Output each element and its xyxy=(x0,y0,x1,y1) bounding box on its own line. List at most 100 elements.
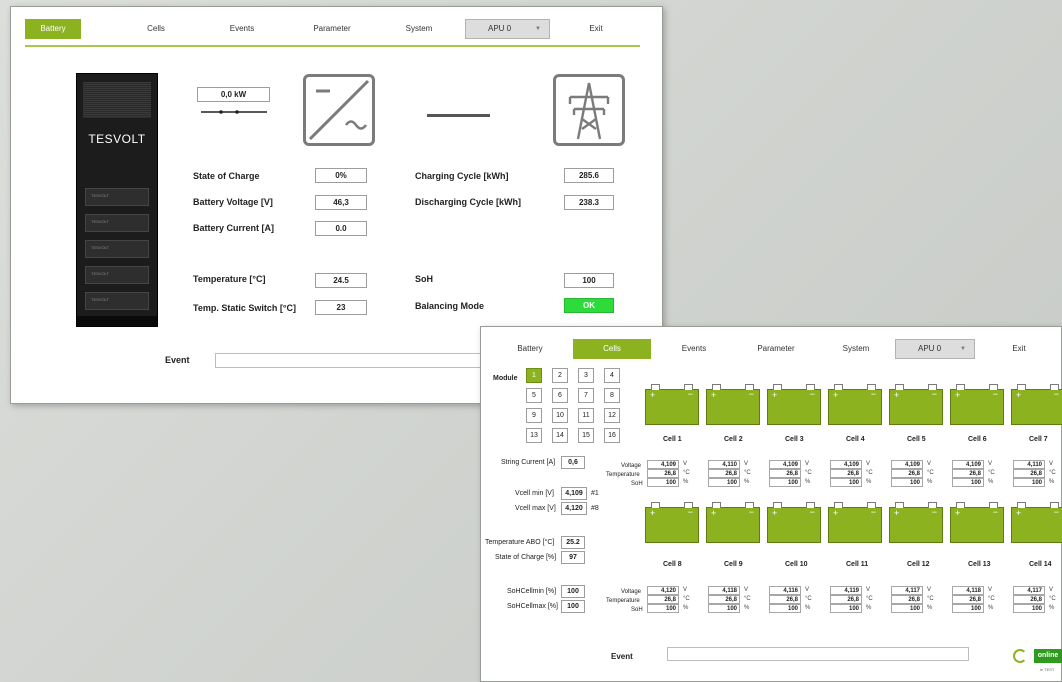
minus-icon: − xyxy=(870,507,876,517)
cell-temperature-value: 26,8 xyxy=(769,595,801,604)
cell-voltage-value: 4,109 xyxy=(769,460,801,469)
cell-battery-icon: + − xyxy=(645,502,699,543)
balancing-mode-label: Balancing Mode xyxy=(415,301,485,311)
cell-soh-value: 100 xyxy=(708,604,740,613)
cell-soh-value: 100 xyxy=(708,478,740,487)
temperature-label: Temperature [°C] xyxy=(193,274,266,284)
module-button-6[interactable]: 6 xyxy=(552,388,568,403)
tab-cells[interactable]: Cells xyxy=(128,19,184,39)
cell-name: Cell 4 xyxy=(846,436,865,443)
power-value: 0,0 kW xyxy=(197,87,270,102)
module-button-4[interactable]: 4 xyxy=(604,368,620,383)
vcell-max-index: #8 xyxy=(591,505,599,512)
unit-label: °C xyxy=(744,470,751,476)
unit-label: °C xyxy=(988,596,995,602)
module-button-2[interactable]: 2 xyxy=(552,368,568,383)
module-button-15[interactable]: 15 xyxy=(578,428,594,443)
tab-parameter[interactable]: Parameter xyxy=(304,19,360,39)
plus-icon: + xyxy=(894,508,900,518)
plus-icon: + xyxy=(955,508,961,518)
minus-icon: − xyxy=(870,389,876,399)
vcell-max-value: 4,120 xyxy=(561,502,587,515)
cell-soh-value: 100 xyxy=(1013,604,1045,613)
tab-events[interactable]: Events xyxy=(214,19,270,39)
module-button-9[interactable]: 9 xyxy=(526,408,542,423)
plus-icon: + xyxy=(1016,508,1022,518)
tab-events[interactable]: Events xyxy=(666,339,722,359)
module-button-5[interactable]: 5 xyxy=(526,388,542,403)
temp-abo-label: Temperature ABO [°C] xyxy=(485,539,555,546)
exit-button[interactable]: Exit xyxy=(989,339,1049,359)
cell-battery-icon: + − xyxy=(889,384,943,425)
cell-soh-value: 100 xyxy=(1013,478,1045,487)
module-button-7[interactable]: 7 xyxy=(578,388,594,403)
unit-label: % xyxy=(1049,479,1055,485)
cell-temperature-value: 26,8 xyxy=(830,595,862,604)
plus-icon: + xyxy=(772,390,778,400)
module-button-3[interactable]: 3 xyxy=(578,368,594,383)
unit-label: °C xyxy=(927,596,934,602)
unit-label: % xyxy=(805,605,811,611)
cell-soh-value: 100 xyxy=(891,478,923,487)
module-button-11[interactable]: 11 xyxy=(578,408,594,423)
cell-temperature-value: 26,8 xyxy=(1013,469,1045,478)
cell-soh-value: 100 xyxy=(647,604,679,613)
module-button-8[interactable]: 8 xyxy=(604,388,620,403)
string-current-label: String Current [A] xyxy=(501,459,556,466)
cell-temperature-value: 26,8 xyxy=(708,469,740,478)
module-button-14[interactable]: 14 xyxy=(552,428,568,443)
cell-soh-value: 100 xyxy=(952,604,984,613)
module-button-13[interactable]: 13 xyxy=(526,428,542,443)
minus-icon: − xyxy=(687,507,693,517)
cell-temperature-value: 26,8 xyxy=(830,469,862,478)
tab-parameter[interactable]: Parameter xyxy=(746,339,806,359)
power-slider-icon xyxy=(201,110,267,114)
minus-icon: − xyxy=(748,507,754,517)
plus-icon: + xyxy=(772,508,778,518)
battery-voltage-value: 46,3 xyxy=(315,195,367,210)
cell-battery-icon: + − xyxy=(706,384,760,425)
cell-name: Cell 13 xyxy=(968,561,991,568)
cell-voltage-value: 4,109 xyxy=(830,460,862,469)
cell-temperature-value: 26,8 xyxy=(952,595,984,604)
chevron-down-icon: ▼ xyxy=(960,346,966,352)
exit-button[interactable]: Exit xyxy=(568,19,624,39)
cell-voltage-value: 4,116 xyxy=(769,586,801,595)
status-note: ie TEST xyxy=(1040,667,1055,672)
plus-icon: + xyxy=(711,390,717,400)
soh-cellmax-label: SoHCellmax [%] xyxy=(507,603,558,610)
cell-voltage-value: 4,117 xyxy=(1013,586,1045,595)
unit-label: °C xyxy=(988,470,995,476)
module-button-16[interactable]: 16 xyxy=(604,428,620,443)
tab-battery[interactable]: Battery xyxy=(25,19,81,39)
battery-voltage-label: Battery Voltage [V] xyxy=(193,197,273,207)
apu-select[interactable]: APU 0 ▼ xyxy=(895,339,975,359)
battery-current-label: Battery Current [A] xyxy=(193,223,275,233)
unit-label: V xyxy=(927,461,932,467)
cell-soh-value: 100 xyxy=(830,478,862,487)
cell-voltage-value: 4,117 xyxy=(891,586,923,595)
tab-battery[interactable]: Battery xyxy=(495,339,565,359)
plus-icon: + xyxy=(955,390,961,400)
temperature-row-label: Temperature xyxy=(606,472,640,478)
apu-select[interactable]: APU 0 ▼ xyxy=(465,19,550,39)
unit-label: V xyxy=(805,587,810,593)
module-button-10[interactable]: 10 xyxy=(552,408,568,423)
module-button-1[interactable]: 1 xyxy=(526,368,542,383)
plus-icon: + xyxy=(833,508,839,518)
tab-cells[interactable]: Cells xyxy=(573,339,651,359)
cell-battery-icon: + − xyxy=(950,384,1004,425)
plus-icon: + xyxy=(650,390,656,400)
tab-system[interactable]: System xyxy=(826,339,886,359)
unit-label: % xyxy=(1049,605,1055,611)
cell-voltage-value: 4,109 xyxy=(891,460,923,469)
vcell-min-label: Vcell min [V] xyxy=(515,490,554,497)
tab-system[interactable]: System xyxy=(391,19,447,39)
unit-label: °C xyxy=(683,596,690,602)
plus-icon: + xyxy=(894,390,900,400)
soh-row-label: SoH xyxy=(631,607,643,613)
module-button-12[interactable]: 12 xyxy=(604,408,620,423)
unit-label: % xyxy=(988,605,994,611)
battery-current-value: 0.0 xyxy=(315,221,367,236)
connection-line xyxy=(427,114,490,117)
